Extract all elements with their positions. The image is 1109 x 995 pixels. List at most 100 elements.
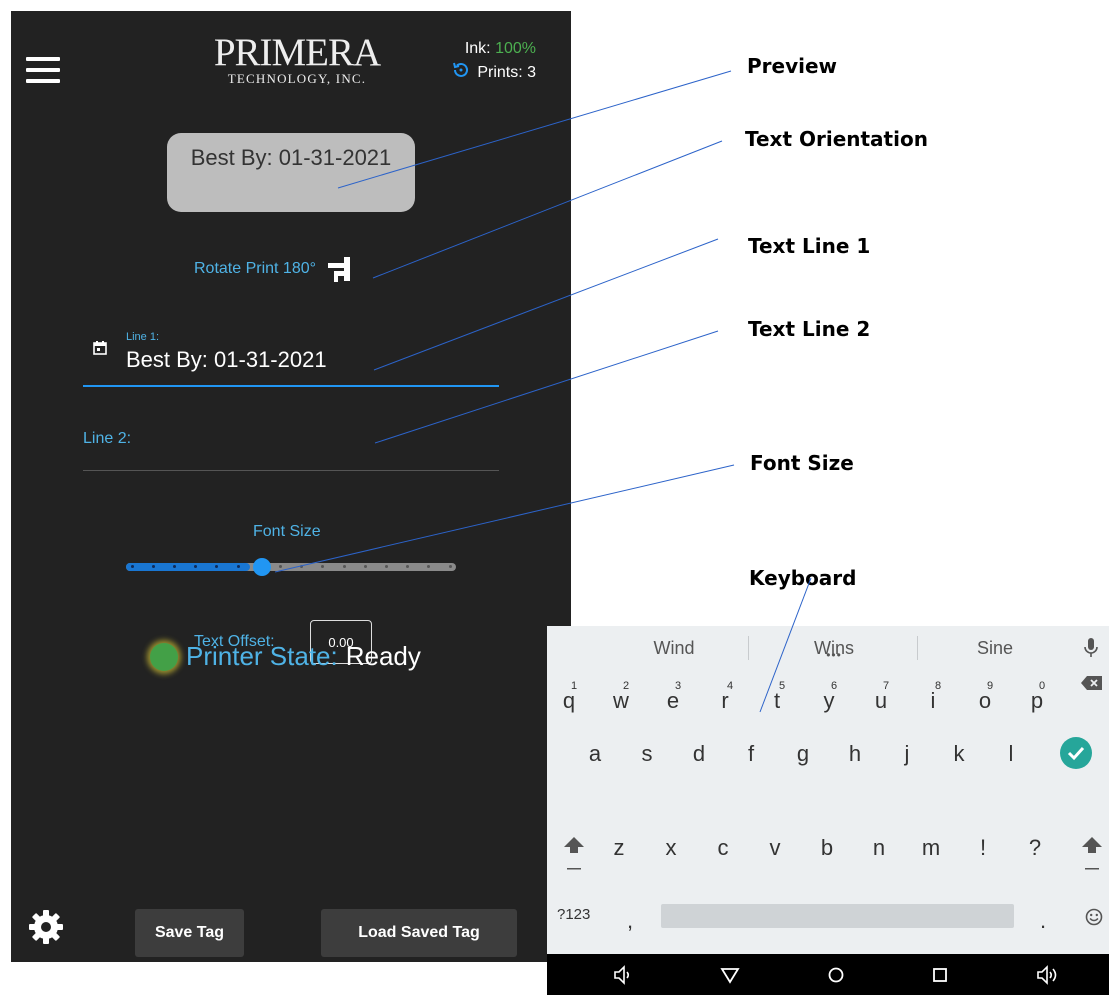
key-t[interactable]: t — [761, 688, 793, 714]
line2-label[interactable]: Line 2: — [83, 430, 131, 448]
ink-level: Ink: 100% — [451, 38, 536, 60]
soft-keyboard: Wind Wins ••• Sine q1w2e3r4t5y6u7i8o9p0 … — [547, 626, 1109, 995]
menu-icon[interactable] — [26, 57, 60, 83]
key-n[interactable]: n — [863, 835, 895, 861]
settings-gear-icon[interactable] — [28, 909, 64, 945]
history-icon — [451, 60, 471, 85]
primera-logo: PRIMERA TECHNOLOGY, INC. — [207, 33, 387, 86]
key-y[interactable]: y — [813, 688, 845, 714]
slider-tick — [151, 565, 155, 568]
symbols-key[interactable]: ?123 — [557, 906, 590, 923]
slider-tick — [448, 565, 452, 568]
key-x[interactable]: x — [655, 835, 687, 861]
text-rotate-icon[interactable] — [328, 254, 352, 284]
slider-tick — [384, 565, 388, 568]
key-m[interactable]: m — [915, 835, 947, 861]
suggestion-2[interactable]: Wins ••• — [749, 626, 919, 670]
prints-count: Prints: 3 — [451, 60, 536, 85]
key-a[interactable]: a — [579, 741, 611, 767]
more-suggestions-dots: ••• — [826, 648, 842, 662]
shift-icon[interactable] — [1082, 837, 1102, 873]
suggestion-strip: Wind Wins ••• Sine — [547, 626, 1109, 670]
primera-app: PRIMERA TECHNOLOGY, INC. Ink: 100% Print… — [11, 11, 571, 962]
volume-down-icon[interactable] — [611, 962, 637, 988]
key-e[interactable]: e — [657, 688, 689, 714]
line1-input[interactable]: Best By: 01-31-2021 — [126, 347, 327, 373]
suggestion-divider — [917, 636, 918, 660]
suggestion-3[interactable]: Sine — [920, 626, 1070, 670]
slider-tick — [278, 565, 282, 568]
emoji-icon[interactable] — [1085, 908, 1103, 926]
rotate-print-toggle[interactable]: Rotate Print 180° — [194, 254, 352, 284]
suggestion-1[interactable]: Wind — [589, 626, 759, 670]
home-icon[interactable] — [823, 962, 849, 988]
logo-sub-text: TECHNOLOGY, INC. — [227, 71, 367, 86]
annotation-text-line-1: Text Line 1 — [748, 234, 871, 258]
key-j[interactable]: j — [891, 741, 923, 767]
label-preview: Best By: 01-31-2021 — [167, 133, 415, 212]
enter-check-icon[interactable] — [1060, 737, 1092, 769]
back-icon[interactable] — [717, 962, 743, 988]
key-hint-2: 2 — [623, 680, 630, 692]
key-l[interactable]: l — [995, 741, 1027, 767]
slider-thumb[interactable] — [253, 558, 271, 576]
period-key[interactable]: . — [1040, 908, 1046, 934]
line2-field[interactable]: Line 2: — [83, 411, 499, 471]
key-f[interactable]: f — [735, 741, 767, 767]
key-k[interactable]: k — [943, 741, 975, 767]
printer-state-label: Printer State: — [186, 641, 338, 671]
rotate-print-label: Rotate Print 180° — [194, 260, 317, 277]
slider-tick — [342, 565, 346, 568]
printer-state: Printer State: Ready — [150, 641, 421, 672]
save-tag-button[interactable]: Save Tag — [135, 909, 244, 957]
slider-track-fill — [126, 563, 250, 571]
key-hint-3: 3 — [675, 680, 682, 692]
printer-state-value: Ready — [345, 641, 421, 671]
load-saved-tag-button[interactable]: Load Saved Tag — [321, 909, 517, 957]
key-hint-6: 6 — [831, 680, 838, 692]
annotation-text-line-2: Text Line 2 — [748, 317, 871, 341]
space-bar[interactable] — [661, 904, 1014, 928]
key-z[interactable]: z — [603, 835, 635, 861]
key-question[interactable]: ? — [1019, 835, 1051, 861]
key-exclamation[interactable]: ! — [967, 835, 999, 861]
key-i[interactable]: i — [917, 688, 949, 714]
printer-status: Ink: 100% Prints: 3 — [451, 38, 536, 85]
recents-icon[interactable] — [927, 962, 953, 988]
key-hint-9: 9 — [987, 680, 994, 692]
key-hint-0: 0 — [1039, 680, 1046, 692]
key-d[interactable]: d — [683, 741, 715, 767]
slider-tick — [236, 565, 240, 568]
key-u[interactable]: u — [865, 688, 897, 714]
key-hint-4: 4 — [727, 680, 734, 692]
key-h[interactable]: h — [839, 741, 871, 767]
calendar-icon[interactable] — [93, 341, 107, 355]
key-q[interactable]: q — [553, 688, 585, 714]
slider-tick — [130, 565, 134, 568]
annotation-keyboard: Keyboard — [749, 566, 857, 590]
line1-label: Line 1: — [126, 331, 160, 343]
font-size-slider[interactable] — [126, 558, 456, 576]
key-s[interactable]: s — [631, 741, 663, 767]
annotation-text-orientation: Text Orientation — [745, 127, 928, 151]
shift-icon[interactable] — [564, 837, 584, 873]
line1-field[interactable]: Line 1: Best By: 01-31-2021 — [83, 327, 499, 387]
volume-up-icon[interactable] — [1035, 962, 1061, 988]
key-v[interactable]: v — [759, 835, 791, 861]
key-hint-1: 1 — [571, 680, 578, 692]
key-g[interactable]: g — [787, 741, 819, 767]
key-o[interactable]: o — [969, 688, 1001, 714]
mic-icon[interactable] — [1084, 638, 1098, 658]
comma-key[interactable]: , — [627, 908, 633, 934]
key-hint-8: 8 — [935, 680, 942, 692]
key-p[interactable]: p — [1021, 688, 1053, 714]
ink-value: 100% — [495, 40, 536, 57]
key-b[interactable]: b — [811, 835, 843, 861]
prints-label: Prints: 3 — [477, 63, 536, 81]
key-c[interactable]: c — [707, 835, 739, 861]
key-w[interactable]: w — [605, 688, 637, 714]
printer-state-indicator — [150, 642, 178, 671]
annotation-preview: Preview — [747, 54, 838, 78]
backspace-icon[interactable] — [1081, 675, 1103, 691]
key-r[interactable]: r — [709, 688, 741, 714]
